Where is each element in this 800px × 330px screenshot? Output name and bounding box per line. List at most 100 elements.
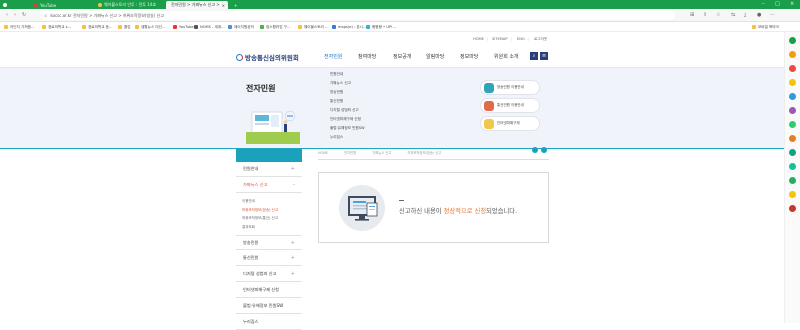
util-logout-link[interactable]: 로그아웃 xyxy=(534,37,547,42)
close-window-icon[interactable]: × xyxy=(790,1,794,7)
mega-item-broadcast[interactable]: 방송민원 xyxy=(330,90,343,95)
line-icon[interactable] xyxy=(789,163,796,170)
back-icon[interactable]: ‹ xyxy=(6,12,8,18)
bookmark-item[interactable]: 웨이블스토리 … xyxy=(298,24,329,30)
tab-webtoon[interactable]: 웨이블스토리 안투 : 전투 14호 xyxy=(95,1,160,9)
youtube-panel-icon[interactable] xyxy=(789,205,796,212)
naver-icon[interactable] xyxy=(789,37,796,44)
shopping-icon[interactable] xyxy=(789,135,796,142)
breadcrumb-current: 허위조작정보(방송) 신고 xyxy=(407,150,441,155)
lnb-item-digital-crime[interactable]: 디지털 성범죄 신고+ xyxy=(236,267,302,282)
cloud-icon[interactable] xyxy=(789,93,796,100)
bookmark-star-icon[interactable]: ☆ xyxy=(716,12,720,18)
extension-icon[interactable]: ⊞ xyxy=(690,12,694,18)
tab-strip-menu[interactable] xyxy=(0,1,10,9)
folder-icon xyxy=(752,25,756,29)
lnb-sub-broadcast-report[interactable]: 허위조작정보(방송) 신고 xyxy=(242,208,278,213)
site-logo[interactable]: 방송통신심의위원회 xyxy=(236,52,299,62)
bookmark-item[interactable]: 컴스활러업 구… xyxy=(260,24,291,30)
profile-icon[interactable]: ● xyxy=(757,12,761,18)
bookmark-item[interactable]: 왕왕왕 • UP!… xyxy=(366,24,396,30)
maximize-icon[interactable]: □ xyxy=(775,1,780,7)
util-eng-link[interactable]: ENG xyxy=(517,37,525,41)
util-separator: | xyxy=(528,37,529,41)
mega-item-digital-crime[interactable]: 디지털 성범죄 신고 xyxy=(330,108,359,113)
hamburger-menu-icon[interactable]: ≡ xyxy=(540,52,548,60)
tab-title: 전자민원 > 가짜뉴스 신고 > xyxy=(171,2,220,8)
memo-icon[interactable] xyxy=(789,79,796,86)
lnb-item-relief[interactable]: 인터넷피해구제 신청 xyxy=(236,283,302,298)
gnb-notice[interactable]: 알림마당 xyxy=(426,53,444,60)
lnb-sub-result[interactable]: 결과조회 xyxy=(242,225,255,230)
forward-icon[interactable]: › xyxy=(14,12,16,18)
share-icon[interactable] xyxy=(532,147,538,153)
gnb-participation[interactable]: 참여마당 xyxy=(358,53,376,60)
chat-icon[interactable] xyxy=(789,177,796,184)
tab-kocsc[interactable]: 전자민원 > 가짜뉴스 신고 > × xyxy=(166,1,228,9)
site-info-icon[interactable]: ⊙ xyxy=(44,13,47,18)
lnb-item-illegal-sw[interactable]: 불법·유해정보 민원SW xyxy=(236,299,302,314)
gnb-about[interactable]: 위원회 소개 xyxy=(494,53,519,60)
quick-link-relief[interactable]: 인터넷피해구제 xyxy=(480,116,540,131)
bookmark-item[interactable]: NOMS - 세계… xyxy=(194,24,225,30)
mega-item-relief[interactable]: 인터넷피해구제 신청 xyxy=(330,117,361,122)
reload-icon[interactable]: ↻ xyxy=(22,12,26,18)
mega-item-illegal-sw[interactable]: 불법·유해정보 민원SW xyxy=(330,126,365,131)
keep-icon[interactable] xyxy=(789,121,796,128)
bookmark-item[interactable]: maps(e) : 폰시… xyxy=(332,24,367,30)
mail-icon[interactable] xyxy=(789,65,796,72)
mega-item-telecom[interactable]: 통신민원 xyxy=(330,99,343,104)
bookmark-item[interactable]: 생활뉴스 미선… xyxy=(135,24,166,30)
breadcrumb-fakenews[interactable]: 가짜뉴스 신고 xyxy=(372,150,391,155)
minimize-icon[interactable]: – xyxy=(762,1,765,7)
bookmark-item[interactable]: 경로의학교 s… xyxy=(42,24,71,30)
mega-item-fakenews[interactable]: 가짜뉴스 신고 xyxy=(330,81,351,86)
quick-link-broadcast-guide[interactable]: 방송민원 이용안내 xyxy=(480,80,540,95)
quick-link-telecom-guide[interactable]: 통신민원 이용안내 xyxy=(480,98,540,113)
completion-message: 신고하신 내용이 정상적으로 신청되었습니다. xyxy=(399,206,517,215)
gnb-complaint[interactable]: 전자민원 xyxy=(324,53,342,60)
monitor-document-icon xyxy=(339,185,385,231)
logo-mark-icon xyxy=(236,54,243,61)
lnb-item-guide[interactable]: 민원안내+ xyxy=(236,162,302,177)
site-icon xyxy=(228,25,232,29)
menu-icon[interactable]: ⋯ xyxy=(770,12,775,18)
lnb-item-telecom[interactable]: 통신민원+ xyxy=(236,251,302,266)
gnb-info[interactable]: 정보마당 xyxy=(460,53,478,60)
downloads-icon[interactable]: ⤓ xyxy=(744,12,746,18)
mega-item-guide[interactable]: 민원안내 xyxy=(330,72,343,77)
lnb-item-broadcast[interactable]: 방송민원+ xyxy=(236,235,302,250)
news-icon[interactable] xyxy=(789,149,796,156)
new-tab-button[interactable]: + xyxy=(231,1,239,9)
breadcrumb-home[interactable]: HOME xyxy=(318,151,328,155)
completion-box: 신고하신 내용이 정상적으로 신청되었습니다. xyxy=(318,172,549,243)
site-icon xyxy=(260,25,264,29)
search-icon[interactable]: ⌕ xyxy=(530,52,538,60)
mobile-bookmarks[interactable]: 모바일 북마크 xyxy=(752,24,779,30)
bookmark-item[interactable]: 제이지원공의 xyxy=(228,24,254,30)
bookmark-item[interactable]: YouTube xyxy=(173,24,194,30)
bookmark-item[interactable]: 경로의학교 등… xyxy=(82,24,113,30)
kakao-icon[interactable] xyxy=(789,191,796,198)
breadcrumb-complaint[interactable]: 전자민원 xyxy=(344,150,356,155)
util-home-link[interactable]: HOME xyxy=(473,37,484,41)
calendar-icon[interactable] xyxy=(789,51,796,58)
tab-youtube[interactable]: YouTube xyxy=(31,1,87,9)
bookmark-item[interactable]: 졸업 xyxy=(118,24,131,30)
lnb-sub-guide[interactable]: 이용안내 xyxy=(242,199,255,204)
mega-item-misc[interactable]: 누리집스 xyxy=(330,135,343,140)
translate-panel-icon[interactable] xyxy=(789,107,796,114)
util-sitemap-link[interactable]: SITEMAP xyxy=(492,37,508,41)
lnb-sub-telecom-report[interactable]: 허위조작정보(통신) 신고 xyxy=(242,216,278,221)
lnb-item-fakenews[interactable]: 가짜뉴스 신고– xyxy=(236,178,302,193)
mega-menu-panel: 전자민원 민원안내 가짜뉴스 신고 방송민원 통신민원 디지털 성범죄 신고 인… xyxy=(0,68,784,148)
plus-icon: + xyxy=(291,255,295,261)
translate-icon[interactable]: ⇆ xyxy=(731,12,735,18)
share-icon[interactable]: ⇪ xyxy=(703,12,707,18)
browser-tab-strip: YouTube 웨이블스토리 안투 : 전투 14호 전자민원 > 가짜뉴스 신… xyxy=(0,0,800,9)
bookmark-item[interactable]: 어딘지 가져옴… xyxy=(4,24,35,30)
close-tab-icon[interactable]: × xyxy=(222,3,225,8)
gnb-disclosure[interactable]: 정보공개 xyxy=(393,53,411,60)
url-field[interactable]: ⊙ kocsc.or.kr 전자민원 > 가짜뉴스 신고 > 허위조작정보(방송… xyxy=(40,11,675,20)
print-icon[interactable] xyxy=(541,147,547,153)
